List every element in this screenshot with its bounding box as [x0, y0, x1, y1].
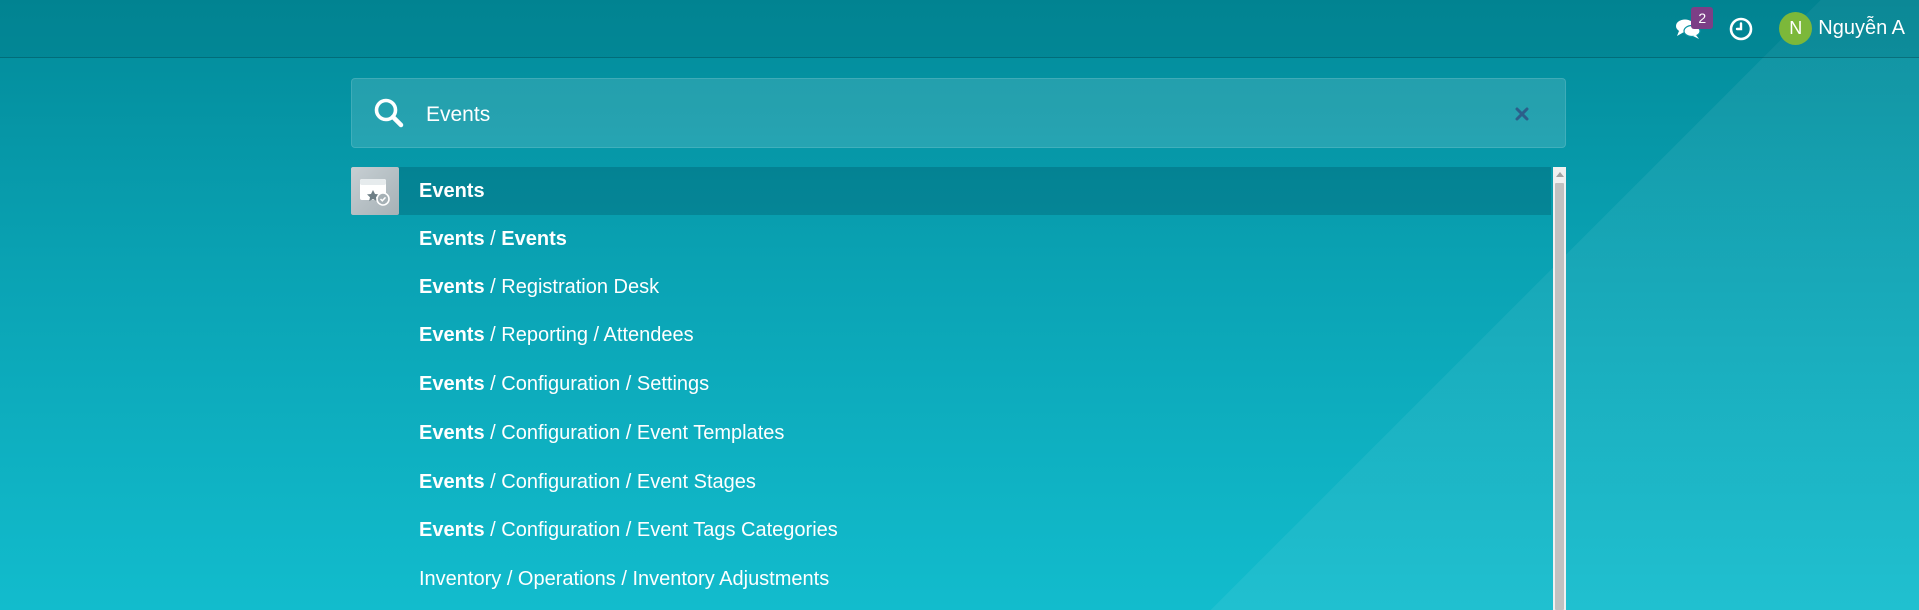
result-item[interactable]: Events / Events	[351, 215, 1551, 263]
result-item[interactable]: Inventory / Operations / Inventory Adjus…	[351, 555, 1551, 603]
activities-button[interactable]	[1713, 0, 1769, 57]
close-icon	[1515, 107, 1529, 121]
avatar: N	[1779, 12, 1813, 45]
search-results-list: Events Events / Events Events / Registra…	[351, 167, 1566, 610]
results-scrollbar[interactable]	[1553, 167, 1566, 610]
user-menu[interactable]: N Nguyễn A	[1769, 0, 1905, 57]
menu-search-box	[351, 78, 1566, 148]
result-item[interactable]: Events	[351, 167, 1551, 215]
search-input[interactable]	[424, 97, 1478, 133]
systray: 2 N Nguyễn A	[1663, 0, 1905, 57]
top-navbar: 2 N Nguyễn A	[0, 0, 1919, 58]
events-app-icon	[351, 167, 399, 215]
result-item[interactable]: Events / Registration Desk	[351, 263, 1551, 311]
messaging-button[interactable]: 2	[1663, 0, 1714, 57]
unread-messages-badge: 2	[1691, 7, 1714, 29]
result-item[interactable]: Events / Configuration / Event Tags Cate…	[351, 506, 1551, 554]
user-name: Nguyễn A	[1818, 17, 1905, 39]
scrollbar-thumb[interactable]	[1555, 183, 1564, 610]
clock-icon	[1729, 17, 1753, 40]
result-item[interactable]: Events / Reporting / Attendees	[351, 311, 1551, 359]
result-item[interactable]: Events / Configuration / Event Stages	[351, 458, 1551, 506]
result-item[interactable]: Events / Configuration / Settings	[351, 360, 1551, 408]
result-item[interactable]: Events / Configuration / Event Templates	[351, 409, 1551, 457]
clear-search-button[interactable]	[1509, 101, 1535, 127]
search-icon	[374, 98, 404, 128]
scroll-up-arrow-icon[interactable]	[1553, 167, 1566, 181]
